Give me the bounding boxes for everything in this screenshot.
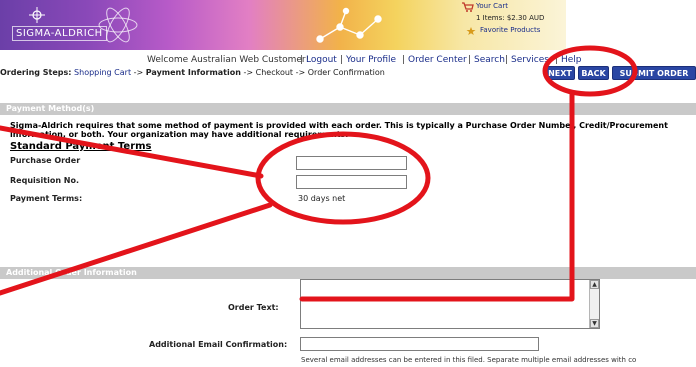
your-cart-link[interactable]: Your Cart [476, 2, 508, 10]
requisition-number-input[interactable] [296, 175, 407, 189]
nav-separator: | [468, 55, 472, 65]
order-text-area[interactable]: ▲ ▼ [300, 279, 600, 329]
step-arrow: -> [295, 68, 306, 77]
services-link[interactable]: Services [511, 55, 549, 65]
cart-summary: Your Cart 1 Items: $2.30 AUD Favorite Pr… [458, 2, 566, 50]
payment-terms-value: 30 days net [298, 194, 346, 203]
welcome-message: Welcome Australian Web Customer! [147, 55, 310, 65]
payment-description-line: Sigma-Aldrich requires that some method … [10, 121, 668, 130]
favorite-products-icon[interactable] [466, 27, 476, 35]
logo-text[interactable]: SIGMA-ALDRICH [12, 26, 107, 41]
additional-email-label: Additional Email Confirmation: [149, 340, 288, 349]
payment-description: Sigma-Aldrich requires that some method … [10, 121, 696, 139]
step-shopping-cart[interactable]: Shopping Cart [74, 68, 131, 77]
requisition-number-label: Requisition No. [10, 176, 80, 185]
back-button[interactable]: BACK [578, 66, 609, 80]
sigma-aldrich-logo-icon [29, 7, 45, 23]
top-navigation: Welcome Australian Web Customer! | Logou… [0, 55, 696, 65]
shopping-cart-icon[interactable] [462, 2, 474, 12]
nav-separator: | [555, 55, 559, 65]
submit-order-button[interactable]: SUBMIT ORDER [612, 66, 696, 80]
nav-separator: | [505, 55, 509, 65]
cart-items-summary: 1 Items: $2.30 AUD [476, 14, 545, 22]
atom-decoration-icon [98, 7, 138, 43]
payment-terms-label: Payment Terms: [10, 194, 83, 203]
ordering-steps-label: Ordering Steps: [0, 68, 72, 77]
nav-separator: | [300, 55, 304, 65]
step-arrow: -> [243, 68, 254, 77]
standard-payment-terms-link[interactable]: Standard Payment Terms [10, 141, 152, 152]
section-title: Additional Order Information [6, 268, 137, 277]
purchase-order-label: Purchase Order [10, 156, 81, 165]
logout-link[interactable]: Logout [306, 55, 337, 65]
purchase-order-input[interactable] [296, 156, 407, 170]
email-help-text: Several email addresses can be entered i… [301, 356, 637, 364]
ordering-steps-breadcrumb: Ordering Steps: Shopping Cart -> Payment… [0, 68, 385, 77]
additional-email-input[interactable] [300, 337, 539, 351]
next-button[interactable]: NEXT [545, 66, 575, 80]
step-order-confirmation: Order Confirmation [307, 68, 385, 77]
step-payment-information: Payment Information [145, 68, 241, 77]
step-checkout: Checkout [255, 68, 294, 77]
header-banner: SIGMA-ALDRICH Your Cart 1 Items: $2.30 A… [0, 0, 566, 50]
payment-methods-section-header: Payment Method(s) [0, 103, 696, 115]
help-link[interactable]: Help [561, 55, 582, 65]
order-center-link[interactable]: Order Center [408, 55, 467, 65]
additional-order-info-section-header: Additional Order Information [0, 267, 696, 279]
nav-separator: | [340, 55, 344, 65]
payment-description-line: information, or both. Your organization … [10, 130, 349, 139]
nav-separator: | [402, 55, 406, 65]
order-text-scrollbar[interactable]: ▲ ▼ [589, 280, 599, 328]
scroll-up-arrow-icon[interactable]: ▲ [590, 280, 599, 289]
section-title: Payment Method(s) [6, 104, 95, 113]
molecule-decoration-icon [316, 7, 382, 43]
favorite-products-link[interactable]: Favorite Products [480, 26, 540, 34]
scroll-down-arrow-icon[interactable]: ▼ [590, 319, 599, 328]
order-text-label: Order Text: [228, 303, 279, 312]
step-arrow: -> [133, 68, 144, 77]
annotation-line-lower [0, 202, 273, 296]
search-link[interactable]: Search [474, 55, 505, 65]
your-profile-link[interactable]: Your Profile [346, 55, 396, 65]
